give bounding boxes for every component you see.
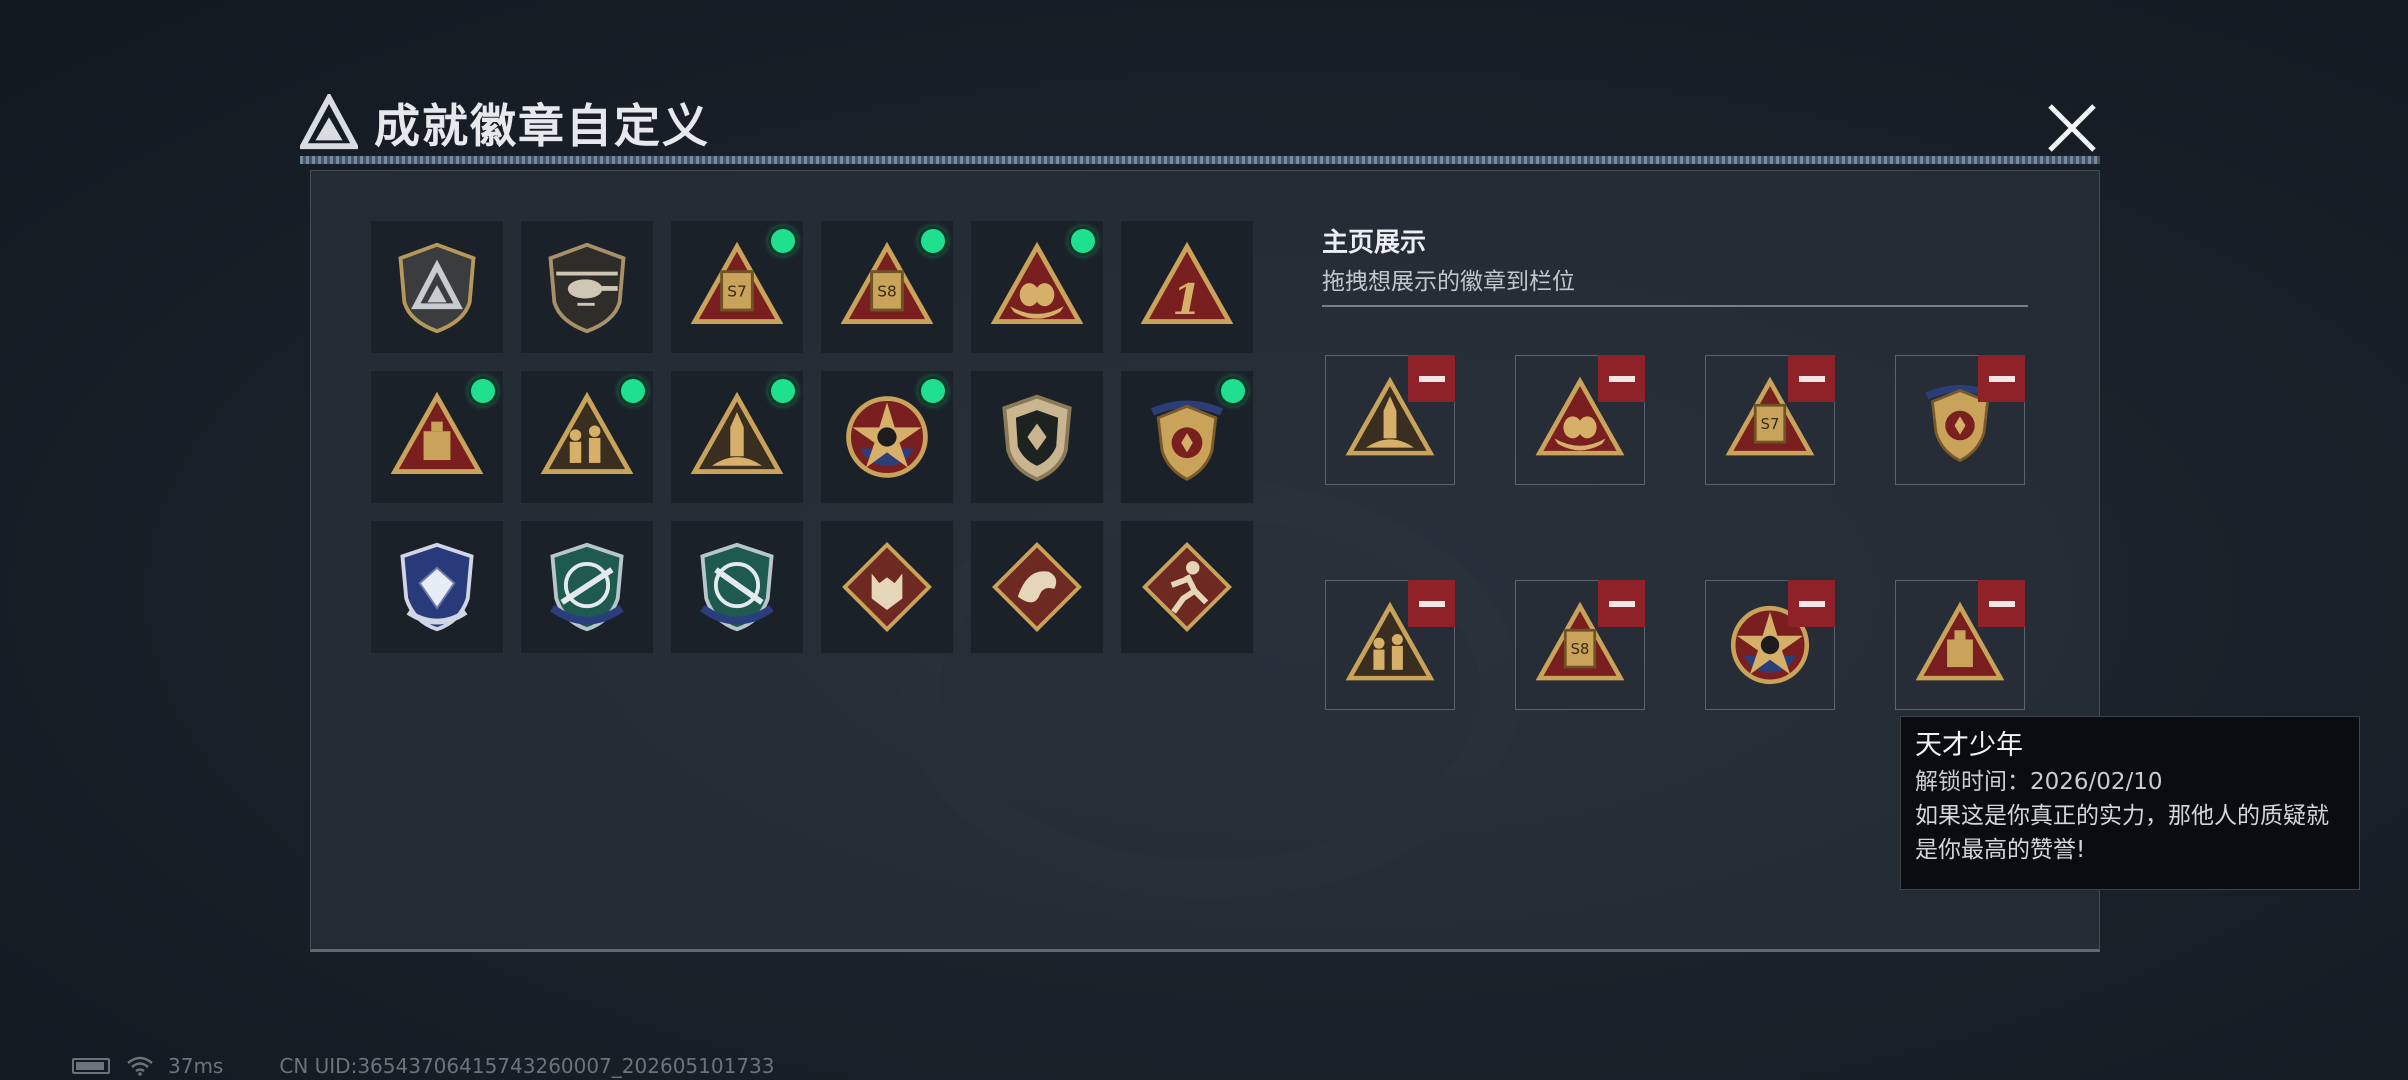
emblem-shield-badge-icon [1002, 394, 1072, 482]
svg-text:S7: S7 [1761, 416, 1780, 433]
showcase-slot[interactable]: S8 [1515, 580, 1645, 710]
badge-cell[interactable] [820, 520, 954, 654]
badge-cell[interactable] [670, 520, 804, 654]
badge-cell[interactable] [370, 520, 504, 654]
new-indicator [621, 379, 645, 403]
remove-badge-button[interactable] [1598, 580, 1645, 627]
page-title: 成就徽章自定义 [374, 99, 710, 153]
svg-text:S8: S8 [877, 283, 897, 301]
shield-logo-badge-icon [398, 242, 476, 334]
triangle-logo-icon [300, 94, 358, 150]
uid-text: CN UID:36543706415743260007_202605101733 [279, 1054, 775, 1078]
showcase-slot[interactable] [1515, 355, 1645, 485]
badge-cell[interactable] [370, 370, 504, 504]
crate-triangle-badge-icon [390, 391, 484, 474]
nest-triangle-badge-icon [990, 241, 1084, 324]
remove-badge-button[interactable] [1788, 355, 1835, 402]
remove-badge-button[interactable] [1408, 580, 1455, 627]
new-indicator [771, 379, 795, 403]
badge-cell[interactable]: 1 [1120, 220, 1254, 354]
tooltip-unlock-time: 解锁时间：2026/02/10 [1915, 769, 2163, 795]
diamond-shield-badge-icon [400, 542, 474, 632]
laurel-shield-badge-icon [1150, 400, 1224, 481]
status-bar: 37ms CN UID:36543706415743260007_2026051… [72, 1054, 775, 1078]
s7-triangle-badge-icon: S7 [690, 241, 784, 324]
badge-cell[interactable] [670, 370, 804, 504]
new-indicator [1221, 379, 1245, 403]
showcase-slot[interactable] [1705, 580, 1835, 710]
close-icon[interactable] [2040, 96, 2104, 160]
header-divider [300, 156, 2100, 164]
badge-cell[interactable]: S8 [820, 220, 954, 354]
new-indicator [921, 379, 945, 403]
tooltip-description: 如果这是你真正的实力，那他人的质疑就是你最高的赞誉! [1915, 803, 2329, 863]
new-indicator [921, 229, 945, 253]
svg-text:1: 1 [1172, 274, 1201, 324]
number-1-triangle-badge-icon: 1 [1140, 241, 1234, 324]
badge-cell[interactable] [520, 520, 654, 654]
dragon-diamond-badge-icon [992, 542, 1082, 632]
badge-cell[interactable] [820, 370, 954, 504]
badge-cell[interactable] [370, 220, 504, 354]
svg-text:S7: S7 [727, 283, 747, 301]
ping-value: 37ms [168, 1054, 224, 1078]
showcase-divider [1322, 305, 2028, 307]
badge-cell[interactable]: S7 [670, 220, 804, 354]
battery-icon [72, 1058, 110, 1074]
rifle-shield-badge-icon [700, 542, 774, 632]
showcase-slot[interactable] [1325, 355, 1455, 485]
showcase-slot[interactable] [1895, 355, 2025, 485]
runner-diamond-badge-icon [1142, 542, 1232, 632]
remove-badge-button[interactable] [1598, 355, 1645, 402]
showcase-slot[interactable]: S7 [1705, 355, 1835, 485]
page-header: 成就徽章自定义 [300, 88, 710, 158]
helicopter-badge-icon [548, 242, 626, 334]
showcase-title: 主页展示 [1322, 228, 1427, 258]
rocket-triangle-badge-icon [690, 391, 784, 474]
star-medal-badge-icon [846, 396, 928, 478]
showcase-slots: S7 S8 [1325, 355, 2025, 710]
showcase-slot[interactable] [1895, 580, 2025, 710]
badge-grid: S7 S8 1 [370, 220, 1258, 654]
badge-cell[interactable] [1120, 520, 1254, 654]
remove-badge-button[interactable] [1978, 355, 2025, 402]
remove-badge-button[interactable] [1978, 580, 2025, 627]
badge-cell[interactable] [970, 220, 1104, 354]
badge-cell[interactable] [1120, 370, 1254, 504]
soldiers-triangle-badge-icon [540, 391, 634, 474]
tooltip-badge-name: 天才少年 [1915, 730, 2023, 761]
wolf-diamond-badge-icon [842, 542, 932, 632]
remove-badge-button[interactable] [1788, 580, 1835, 627]
rifle-shield-badge-icon [550, 542, 624, 632]
showcase-slot[interactable] [1325, 580, 1455, 710]
s8-triangle-badge-icon: S8 [840, 241, 934, 324]
badge-cell[interactable] [970, 520, 1104, 654]
badge-cell[interactable] [520, 220, 654, 354]
badge-tooltip: 天才少年 解锁时间：2026/02/10 如果这是你真正的实力，那他人的质疑就是… [1900, 716, 2360, 890]
svg-text:S8: S8 [1571, 641, 1590, 658]
badge-cell[interactable] [970, 370, 1104, 504]
remove-badge-button[interactable] [1408, 355, 1455, 402]
new-indicator [1071, 229, 1095, 253]
new-indicator [471, 379, 495, 403]
badge-cell[interactable] [520, 370, 654, 504]
wifi-icon [127, 1056, 153, 1076]
showcase-subtitle: 拖拽想展示的徽章到栏位 [1322, 269, 1575, 295]
new-indicator [771, 229, 795, 253]
